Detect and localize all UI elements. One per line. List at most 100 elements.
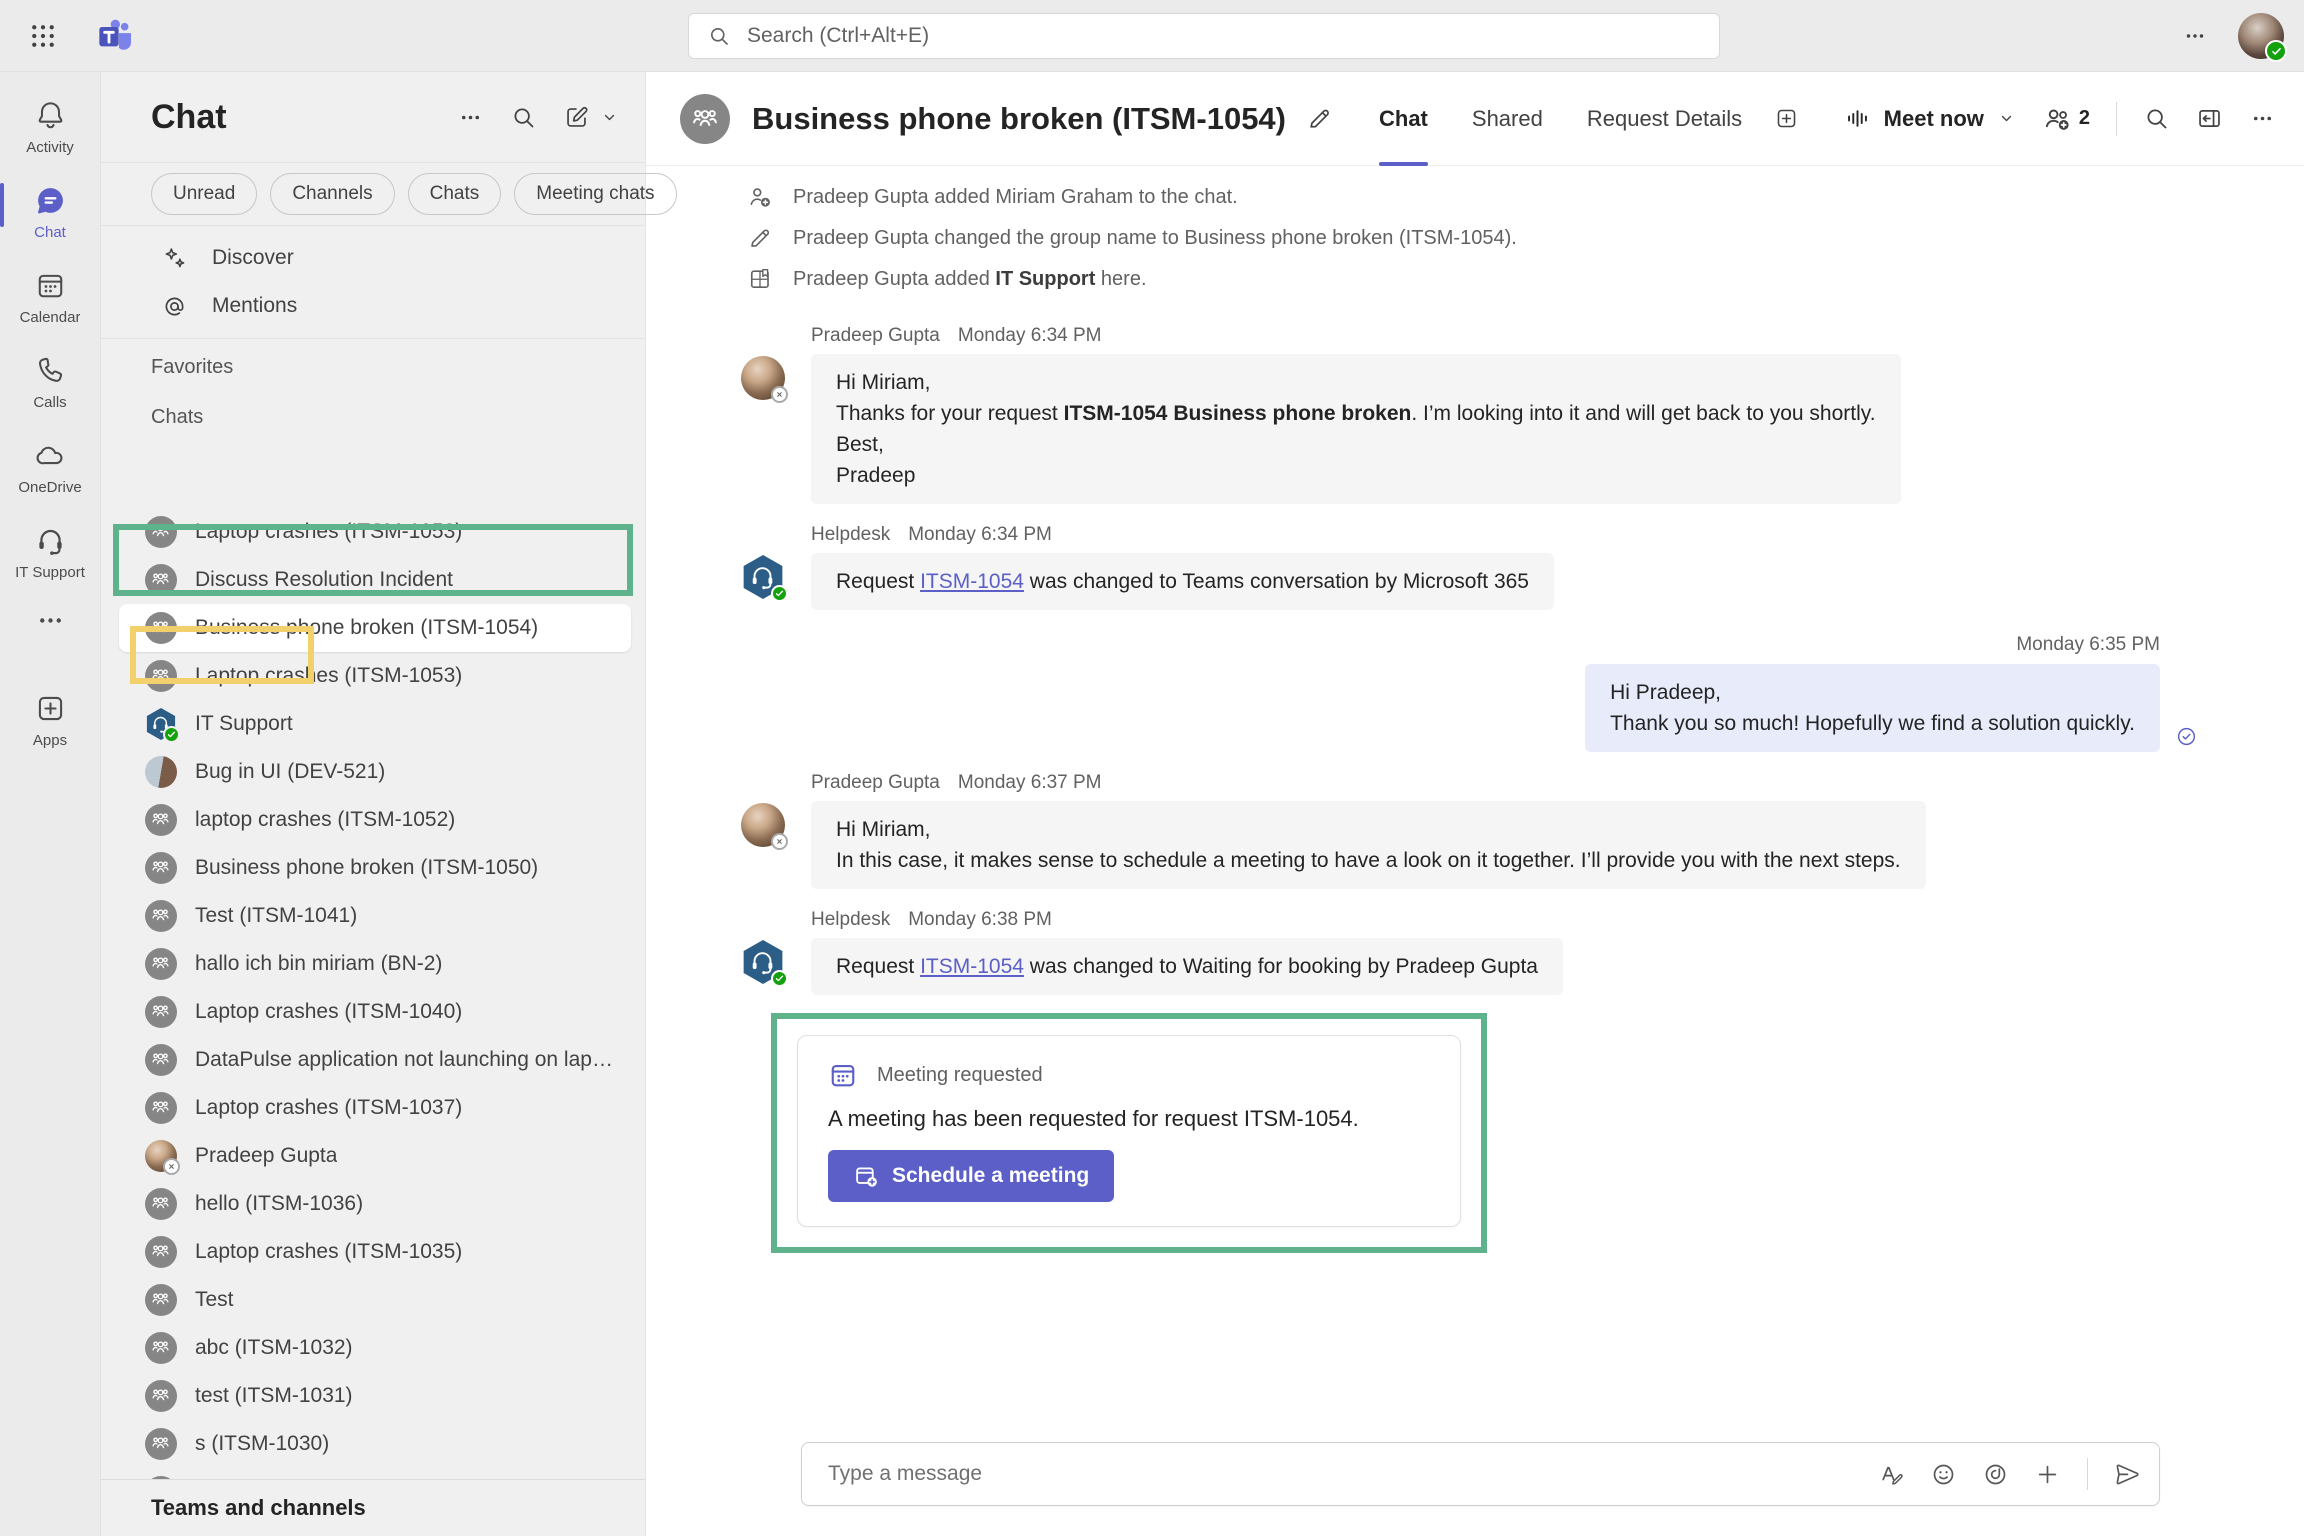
search-icon[interactable] (510, 104, 537, 131)
rail-item-label: Activity (26, 139, 74, 156)
rail-item-calls[interactable]: Calls (0, 339, 100, 424)
chat-list-item[interactable]: Business phone broken (ITSM-1054) (119, 604, 631, 652)
chat-header: Business phone broken (ITSM-1054) ChatSh… (646, 72, 2304, 166)
emoji-icon[interactable] (1930, 1461, 1957, 1488)
open-pane-icon[interactable] (2196, 105, 2223, 132)
chevron-down-icon[interactable] (600, 108, 619, 127)
system-event-text: Pradeep Gupta changed the group name to … (793, 227, 1517, 250)
message-list: Pradeep Gupta added Miriam Graham to the… (646, 166, 2304, 1536)
chat-item-label: IT Support (195, 712, 293, 736)
chat-item-label: hallo ich bin miriam (BN-2) (195, 952, 442, 976)
search-input[interactable] (745, 23, 1701, 49)
app-launcher-button[interactable] (28, 21, 58, 51)
filter-pill-chats[interactable]: Chats (408, 173, 502, 215)
edit-name-icon[interactable] (1306, 105, 1333, 132)
chat-list-item[interactable]: DataPulse application not launching on l… (119, 1036, 631, 1084)
filter-pill-channels[interactable]: Channels (270, 173, 394, 215)
cloud-icon (34, 439, 67, 472)
loop-icon[interactable] (1982, 1461, 2009, 1488)
chat-avatar (145, 1092, 177, 1124)
chat-avatar (145, 1188, 177, 1220)
chat-list-item[interactable]: ewe (ITSM-1029) (119, 1468, 631, 1479)
apps-icon (34, 692, 67, 725)
filter-pill-meeting-chats[interactable]: Meeting chats (514, 173, 676, 215)
plus-icon[interactable] (2034, 1461, 2061, 1488)
user-avatar[interactable] (2238, 13, 2284, 59)
message-composer[interactable] (801, 1442, 2160, 1506)
presence-offline-badge (163, 1158, 180, 1175)
compose-icon[interactable] (563, 104, 590, 131)
presence-offline-badge (771, 386, 788, 403)
chat-list-item[interactable]: Laptop crashes (ITSM-1040) (119, 988, 631, 1036)
message-input[interactable] (826, 1461, 1878, 1487)
rail-item-onedrive[interactable]: OneDrive (0, 424, 100, 509)
format-pen-icon[interactable] (1878, 1461, 1905, 1488)
global-search[interactable] (688, 13, 1720, 59)
chat-list-item[interactable]: Laptop crashes (ITSM-1035) (119, 1228, 631, 1276)
chat-filters: UnreadChannelsChatsMeeting chats (101, 162, 645, 226)
chat-more-icon[interactable] (2249, 105, 2276, 132)
chat-avatar (145, 1380, 177, 1412)
message-author: Helpdesk (811, 909, 890, 931)
schedule-meeting-button[interactable]: Schedule a meeting (828, 1150, 1114, 1202)
chat-list-item[interactable]: Business phone broken (ITSM-1050) (119, 844, 631, 892)
ticket-link[interactable]: ITSM-1054 (920, 955, 1024, 978)
chat-item-label: Bug in UI (DEV-521) (195, 760, 385, 784)
chat-list-item[interactable]: Bug in UI (DEV-521) (119, 748, 631, 796)
chat-list-item[interactable]: Test (119, 1276, 631, 1324)
chat-avatar (145, 900, 177, 932)
chat-list-item[interactable]: test (ITSM-1031) (119, 1372, 631, 1420)
sidebar-item-mentions[interactable]: Mentions (101, 282, 645, 330)
chat-tabs: Chat Shared Request Details (1377, 72, 1744, 166)
read-receipt-icon (2175, 725, 2198, 748)
topbar-more-button[interactable] (2182, 23, 2208, 49)
add-participants-button[interactable]: 2 (2042, 103, 2090, 134)
calendar-icon (34, 269, 67, 302)
chat-list-item[interactable]: IT Support (119, 700, 631, 748)
chat-list-item[interactable]: laptop crashes (ITSM-1052) (119, 796, 631, 844)
rail-item-activity[interactable]: Activity (0, 84, 100, 169)
chat-list-item[interactable]: Laptop crashes (ITSM-1037) (119, 1084, 631, 1132)
chat-list-item[interactable]: hello (ITSM-1036) (119, 1180, 631, 1228)
system-event: Pradeep Gupta added IT Support here. (741, 264, 2160, 294)
chevron-down-icon[interactable] (1997, 109, 2016, 128)
chat-list-item[interactable]: Laptop crashes (ITSM-1053) (119, 652, 631, 700)
card-text: A meeting has been requested for request… (828, 1106, 1430, 1132)
rail-item-more[interactable] (0, 594, 100, 647)
rail-item-label: Calls (33, 394, 66, 411)
chat-list-item[interactable]: abc (ITSM-1032) (119, 1324, 631, 1372)
add-tab-icon[interactable] (1774, 106, 1799, 131)
presence-offline-badge (771, 833, 788, 850)
filter-pill-unread[interactable]: Unread (151, 173, 257, 215)
chat-avatar (145, 1284, 177, 1316)
message-author: Pradeep Gupta (811, 325, 940, 347)
tab-request-details[interactable]: Request Details (1585, 72, 1744, 166)
divider (2116, 102, 2117, 136)
chats-section-header[interactable]: Chats (101, 389, 645, 439)
chat-item-label: Laptop crashes (ITSM-1040) (195, 1000, 462, 1024)
rail-item-chat[interactable]: Chat (0, 169, 100, 254)
calendar-event-icon (828, 1060, 858, 1090)
more-icon[interactable] (457, 104, 484, 131)
send-icon[interactable] (2114, 1461, 2141, 1488)
favorites-section-header[interactable]: Favorites (101, 339, 645, 389)
chat-list-item[interactable]: Pradeep Gupta (119, 1132, 631, 1180)
rail-item-apps[interactable]: Apps (0, 677, 100, 762)
meet-now-button[interactable]: Meet now (1844, 105, 2016, 132)
teams-and-channels-footer[interactable]: Teams and channels (101, 1479, 645, 1536)
chat-list-item[interactable]: hallo ich bin miriam (BN-2) (119, 940, 631, 988)
chat-sidebar: Chat UnreadChannelsChatsMeeting chats Di… (100, 72, 645, 1536)
sidebar-item-discover[interactable]: Discover (101, 234, 645, 282)
chat-list-item[interactable]: s (ITSM-1030) (119, 1420, 631, 1468)
rail-item-itsupport[interactable]: IT Support (0, 509, 100, 594)
ticket-link[interactable]: ITSM-1054 (920, 570, 1024, 593)
rail-item-calendar[interactable]: Calendar (0, 254, 100, 339)
chat-list-item[interactable]: Laptop crashes (ITSM-1053) (119, 508, 631, 556)
group-avatar[interactable] (680, 94, 730, 144)
tab-chat[interactable]: Chat (1377, 72, 1430, 166)
message-time: Monday 6:34 PM (908, 524, 1052, 546)
chat-list-item[interactable]: Discuss Resolution Incident (119, 556, 631, 604)
search-in-chat-icon[interactable] (2143, 105, 2170, 132)
chat-list-item[interactable]: Test (ITSM-1041) (119, 892, 631, 940)
tab-shared[interactable]: Shared (1470, 72, 1545, 166)
